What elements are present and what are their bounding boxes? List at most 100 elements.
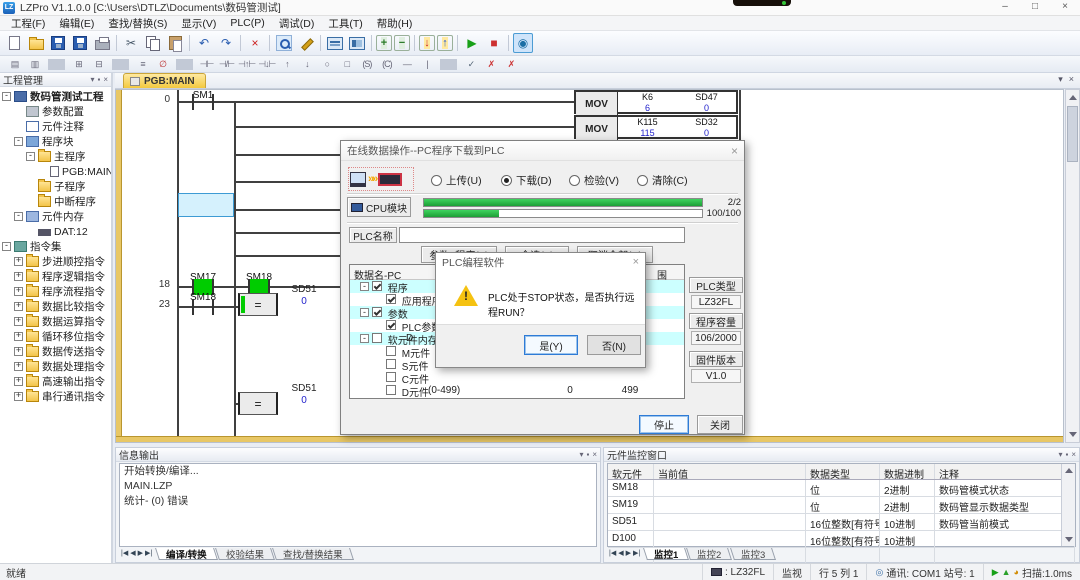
radio-upload[interactable]: 上传(U) xyxy=(431,173,482,188)
tree-item[interactable]: - 指令集 xyxy=(0,239,111,254)
firmware-version-button[interactable]: 固件版本 xyxy=(689,351,743,367)
tree-item[interactable]: + 数据比较指令 xyxy=(0,299,111,314)
tree-expander-icon[interactable]: + xyxy=(14,317,23,326)
type-cell[interactable]: 位 xyxy=(806,497,880,513)
monitor-mode-icon[interactable]: ◉ xyxy=(513,33,533,53)
tree-expander-icon[interactable]: + xyxy=(14,362,23,371)
panel-close-icon[interactable]: × xyxy=(103,75,108,84)
tree-expander-icon[interactable]: - xyxy=(2,242,11,251)
mov-instruction-1[interactable]: MOV K6 SD47 6 0 xyxy=(574,90,738,114)
contact-closed-icon[interactable]: ⊣/⊢ xyxy=(218,58,235,71)
tree-item[interactable]: - 数码管测试工程 xyxy=(0,89,111,104)
type-cell[interactable]: 16位整数[有符号] xyxy=(806,531,880,547)
upload-from-plc-icon[interactable]: ↑ xyxy=(437,35,453,51)
menu-item[interactable]: 显示(V) xyxy=(174,16,223,31)
insert-row-icon[interactable]: ⊞ xyxy=(70,58,87,71)
tree-item[interactable]: - 主程序 xyxy=(0,149,111,164)
panel-menu-icon[interactable]: ▾ xyxy=(90,75,94,84)
tree-expander-icon[interactable]: + xyxy=(14,272,23,281)
tree-expander-icon[interactable]: - xyxy=(26,152,35,161)
device-cell[interactable]: SD51 xyxy=(608,514,654,530)
tab-nav-icon[interactable]: ▶ xyxy=(626,549,631,557)
contact-open-icon[interactable]: ⊣⊢ xyxy=(198,58,215,71)
row-expander-icon[interactable]: - xyxy=(360,282,369,291)
row-checkbox[interactable] xyxy=(386,385,396,395)
menu-item[interactable]: 工程(F) xyxy=(4,16,52,31)
menu-item[interactable]: 工具(T) xyxy=(321,16,369,31)
tab-pgb-main[interactable]: PGB:MAIN xyxy=(123,73,206,88)
scroll-up-icon[interactable] xyxy=(1069,95,1077,100)
value-cell[interactable] xyxy=(654,514,806,530)
menu-item[interactable]: 查找/替换(S) xyxy=(101,16,174,31)
tree-item[interactable]: 参数配置 xyxy=(0,104,111,119)
device-cell[interactable]: D100 xyxy=(608,531,654,547)
no-button[interactable]: 否(N) xyxy=(587,335,641,355)
tree-expander-icon[interactable]: - xyxy=(14,212,23,221)
convert-icon[interactable]: ≡ xyxy=(134,58,151,71)
tab-nav-icon[interactable]: |◀ xyxy=(609,549,616,557)
scroll-up-icon[interactable] xyxy=(1065,468,1073,473)
radix-cell[interactable]: 2进制 xyxy=(880,480,935,496)
comment-cell[interactable]: 数码管模式状态 xyxy=(935,480,1075,496)
row-expander-icon[interactable]: - xyxy=(360,334,369,343)
contact-sm1[interactable] xyxy=(192,94,214,110)
radio-clear[interactable]: 清除(C) xyxy=(637,173,688,188)
stop-button[interactable]: 停止 xyxy=(639,415,689,434)
delete-row-icon[interactable]: ⊟ xyxy=(90,58,107,71)
row-checkbox[interactable] xyxy=(372,307,382,317)
row-checkbox[interactable] xyxy=(386,372,396,382)
ladder-grid2-icon[interactable]: ▥ xyxy=(26,58,43,71)
tree-item[interactable]: 中断程序 xyxy=(0,194,111,209)
pin-icon[interactable]: ▪ xyxy=(1065,450,1068,459)
run-plc-icon[interactable]: ▶ xyxy=(462,33,482,53)
tab-nav-icon[interactable]: ▶ xyxy=(138,549,143,557)
monitor-row[interactable]: SM19 位 2进制 数码管显示数据类型 xyxy=(608,497,1075,514)
tree-item[interactable]: - 元件内存 xyxy=(0,209,111,224)
ladder-selection-cell[interactable] xyxy=(178,193,234,217)
tree-expander-icon[interactable]: + xyxy=(14,377,23,386)
row-checkbox[interactable] xyxy=(372,281,382,291)
menu-item[interactable]: 编辑(E) xyxy=(52,16,101,31)
tree-item[interactable]: + 数据运算指令 xyxy=(0,314,111,329)
horizontal-line-icon[interactable]: — xyxy=(398,58,415,71)
reset-coil-icon[interactable]: (C) xyxy=(378,58,395,71)
info-tab[interactable]: 校验结果 xyxy=(215,548,275,560)
type-cell[interactable]: 位 xyxy=(806,480,880,496)
contact-sm18-rung23[interactable] xyxy=(192,299,214,315)
row-expander-icon[interactable]: - xyxy=(360,308,369,317)
undo-icon[interactable]: ↶ xyxy=(194,33,214,53)
tree-expander-icon[interactable]: + xyxy=(14,302,23,311)
radix-cell[interactable]: 10进制 xyxy=(880,514,935,530)
value-cell[interactable] xyxy=(654,480,806,496)
menu-item[interactable]: PLC(P) xyxy=(223,17,271,29)
tree-item[interactable]: + 高速输出指令 xyxy=(0,374,111,389)
dialog-close-icon[interactable]: × xyxy=(731,144,738,158)
tab-nav-icon[interactable]: ▶| xyxy=(145,549,152,557)
popup-close-icon[interactable]: × xyxy=(633,256,639,268)
edge-up-icon[interactable]: ↑ xyxy=(278,58,295,71)
monitor-row[interactable]: SM18 位 2进制 数码管模式状态 xyxy=(608,480,1075,497)
radio-verify[interactable]: 检验(V) xyxy=(569,173,619,188)
tab-close-icon[interactable]: × xyxy=(1069,74,1074,85)
panel-menu-icon[interactable]: ▾ xyxy=(1058,450,1062,459)
scroll-down-icon[interactable] xyxy=(1069,432,1077,437)
convert-all-icon[interactable]: ∅ xyxy=(154,58,171,71)
panel-close-icon[interactable]: × xyxy=(1071,450,1076,459)
find-icon[interactable] xyxy=(274,33,294,53)
monitor-tab[interactable]: 监控2 xyxy=(687,548,733,560)
tree-expander-icon[interactable]: + xyxy=(14,287,23,296)
data-row[interactable]: C元件 xyxy=(350,371,684,384)
row-checkbox[interactable] xyxy=(386,346,396,356)
download-to-plc-icon[interactable]: ↓ xyxy=(419,35,435,51)
stop-plc-icon[interactable]: ■ xyxy=(484,33,504,53)
row-checkbox[interactable] xyxy=(386,320,396,330)
zoom-out-icon[interactable]: − xyxy=(394,35,410,51)
pin-icon[interactable]: ▪ xyxy=(586,450,589,459)
program-capacity-button[interactable]: 程序容量 xyxy=(689,313,743,329)
type-cell[interactable]: 16位整数[有符号] xyxy=(806,514,880,530)
plc-name-field[interactable] xyxy=(399,227,685,243)
new-file-icon[interactable] xyxy=(4,33,24,53)
tab-nav-icon[interactable]: ▶| xyxy=(633,549,640,557)
device-cell[interactable]: SM19 xyxy=(608,497,654,513)
comment-cell[interactable] xyxy=(935,531,1075,547)
